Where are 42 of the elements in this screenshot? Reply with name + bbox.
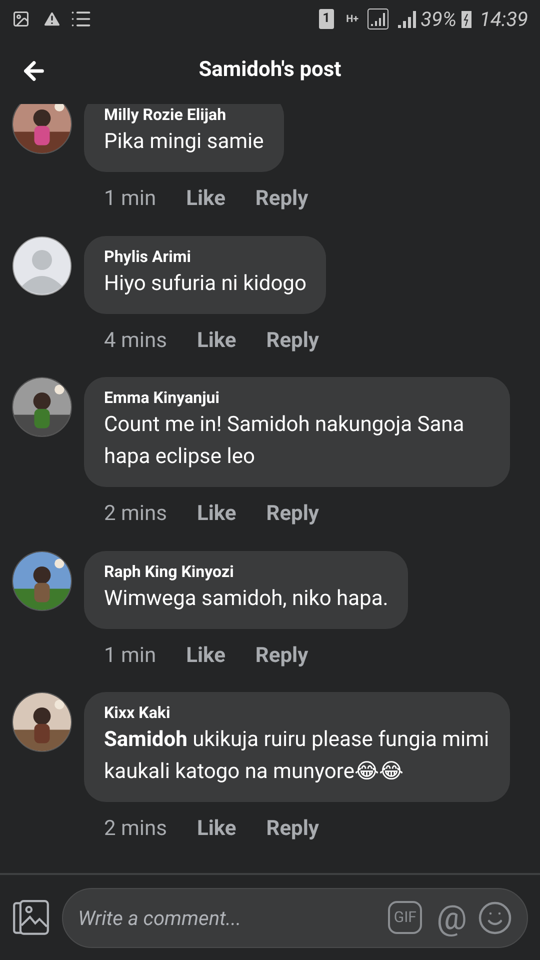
comment-text: Wimwega samidoh, niko hapa.: [104, 586, 388, 612]
commenter-name[interactable]: Milly Rozie Elijah: [104, 104, 264, 126]
header-title: Samidoh's post: [198, 57, 342, 84]
warning-icon: [42, 9, 62, 29]
commenter-name[interactable]: Emma Kinyanjui: [104, 387, 490, 409]
gif-button[interactable]: GIF: [388, 901, 422, 934]
default-avatar-icon[interactable]: [12, 236, 72, 296]
image-icon: [12, 10, 30, 28]
commenter-name[interactable]: Kixx Kaki: [104, 702, 490, 724]
comment-time: 2 mins: [104, 501, 167, 528]
reply-link[interactable]: Reply: [255, 640, 308, 672]
reply-link[interactable]: Reply: [266, 326, 320, 357]
comment-text: Samidoh ukikuja ruiru please fungia mimi kaukali katogo na munyore😂😂: [104, 727, 490, 786]
user-avatar[interactable]: [12, 104, 72, 154]
comment-time: 4 mins: [104, 328, 167, 354]
comment-time: 1 min: [104, 186, 156, 213]
network-type: H+: [346, 12, 359, 26]
comment-text: Count me in! Samidoh nakungoja Sana hapa eclipse leo: [104, 412, 466, 471]
like-link[interactable]: Like: [186, 184, 226, 216]
battery-icon: [460, 10, 472, 28]
reply-link[interactable]: Reply: [266, 499, 320, 530]
mention-button[interactable]: @: [436, 900, 467, 934]
like-link[interactable]: Like: [186, 640, 226, 672]
like-link[interactable]: Like: [196, 814, 236, 846]
battery-percent: 39%: [420, 6, 457, 33]
signal-icon: [366, 8, 389, 30]
signal-icon: [396, 9, 417, 29]
emoji-icon[interactable]: [477, 900, 513, 936]
comment-text: Hiyo sufuria ni kidogo: [104, 270, 306, 298]
reply-link[interactable]: Reply: [255, 184, 308, 216]
like-link[interactable]: Like: [196, 499, 236, 530]
comment-time: 2 mins: [104, 816, 167, 843]
photo-icon[interactable]: [12, 900, 50, 936]
comment-text: Pika mingi samie: [104, 129, 264, 156]
sim-indicator: 1: [318, 9, 334, 29]
clock: 14:39: [480, 6, 528, 33]
reply-link[interactable]: Reply: [266, 814, 320, 846]
like-link[interactable]: Like: [196, 326, 236, 357]
comment-time: 1 min: [104, 642, 156, 670]
commenter-name[interactable]: Phylis Arimi: [104, 246, 306, 268]
commenter-name[interactable]: Raph King Kinyozi: [104, 560, 388, 582]
comment-field[interactable]: Write a comment... GIF @: [62, 888, 528, 948]
